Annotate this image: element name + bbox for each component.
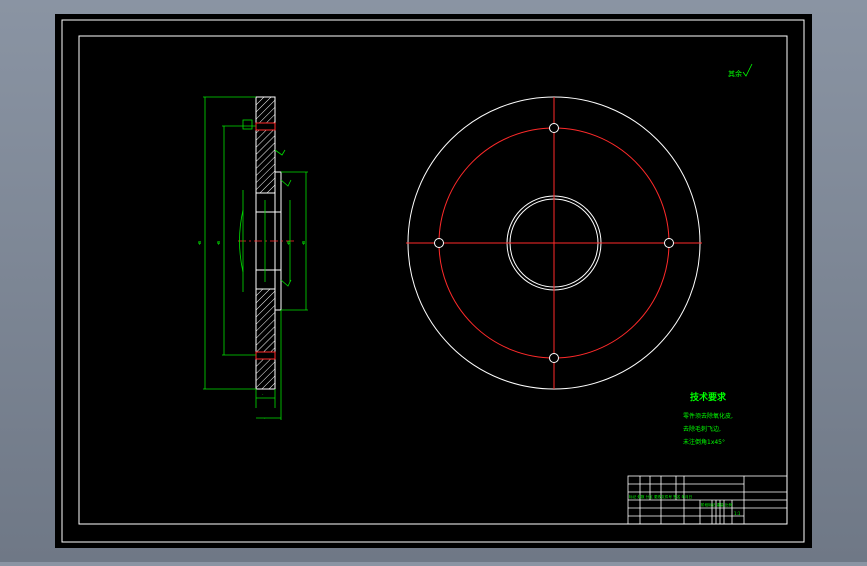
tech-requirements-title: 技术要求 bbox=[690, 391, 727, 403]
front-view bbox=[406, 96, 702, 390]
title-block-row-b: 阶段标记 重量 比例 bbox=[701, 502, 732, 507]
tech-requirement-1: 零件须去除氧化皮, bbox=[683, 412, 733, 420]
bolt-hole-s bbox=[549, 353, 559, 363]
tech-requirement-2: 去除毛刺飞边, bbox=[683, 425, 721, 433]
drawing-sheet bbox=[55, 14, 812, 548]
bolt-hole-bottom bbox=[255, 351, 276, 360]
tech-requirement-3: 未注倒角1x45° bbox=[683, 438, 725, 446]
drawing-canvas: φ φ φ φ · · 其余 技术要求 零件须去除氧化皮, 去除毛刺飞边, 未注… bbox=[55, 14, 812, 548]
bolt-hole-top bbox=[255, 122, 276, 131]
title-block-row-a: 标记 处数 分区 更改文件号 签名 年月日 bbox=[629, 494, 692, 499]
section-hatch-bottom bbox=[255, 288, 276, 390]
title-block-scale: 1:1 bbox=[734, 511, 741, 516]
bolt-hole-w bbox=[434, 238, 444, 248]
bolt-hole-n bbox=[549, 123, 559, 133]
bolt-hole-e bbox=[664, 238, 674, 248]
cad-viewport[interactable]: φ φ φ φ · · 其余 技术要求 零件须去除氧化皮, 去除毛刺飞边, 未注… bbox=[0, 0, 867, 562]
section-hatch-top bbox=[255, 96, 276, 194]
roughness-note: 其余 bbox=[728, 69, 742, 78]
